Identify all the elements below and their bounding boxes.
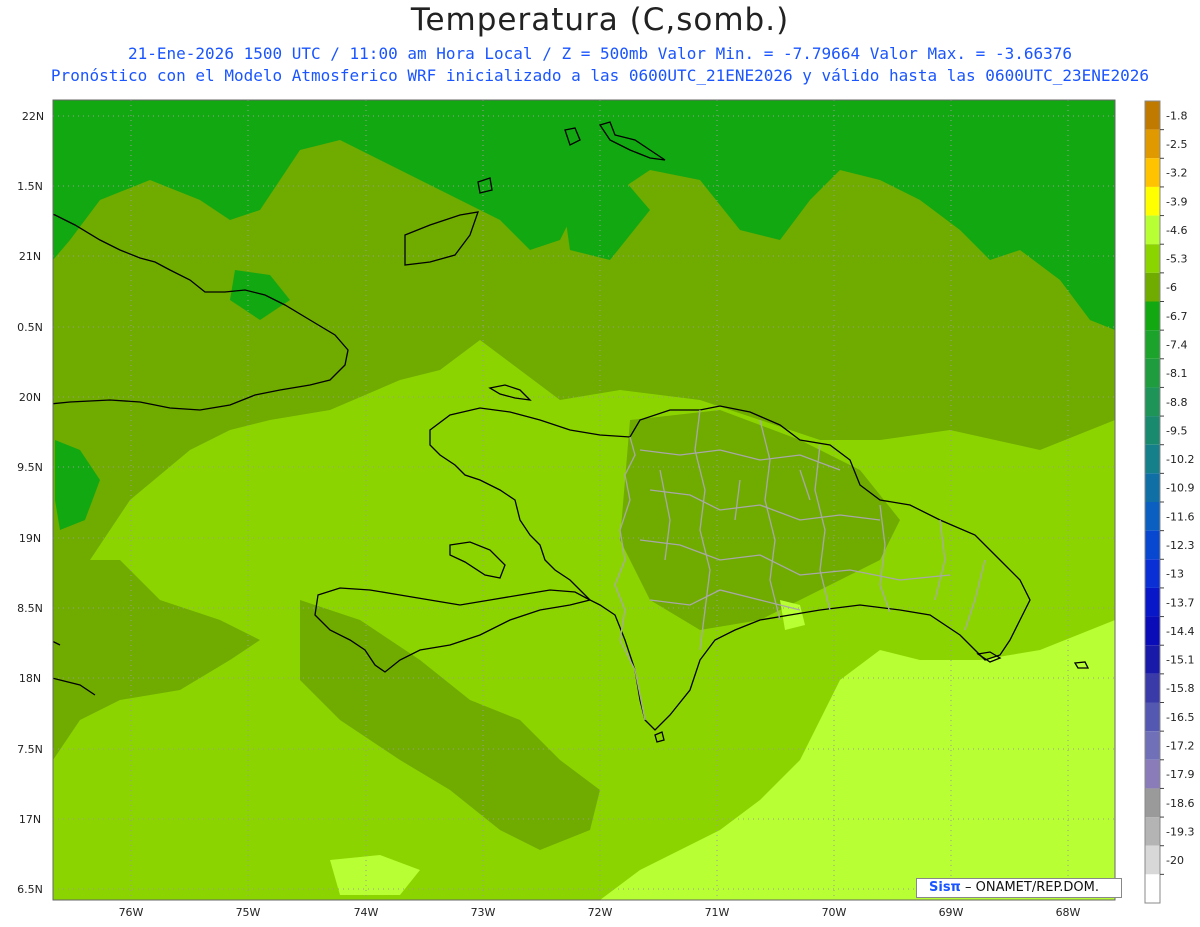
lon-label-3: 73W [471,906,496,919]
colorbar-swatch [1145,673,1160,703]
lon-label-6: 70W [822,906,847,919]
colorbar-label: -16.5 [1166,711,1194,724]
colorbar-label: -14.4 [1166,625,1194,638]
colorbar-swatch [1145,301,1160,331]
lat-label-9: 7.5N [17,743,43,756]
colorbar: -1.8 -2.5 -3.2 -3.9 -4.6 -5.3 -6 -6.7 -7.4 -8.1 -8… [1144,100,1194,904]
colorbar-label: -7.4 [1166,338,1187,351]
credit-box: Sisπ – ONAMET/REP.DOM. [916,878,1122,898]
latitude-axis: 22N 1.5N 21N 0.5N 20N 9.5N 19N 8.5N 18N … [17,110,44,896]
lon-label-7: 69W [939,906,964,919]
colorbar-label: -11.6 [1166,510,1194,523]
colorbar-swatch [1145,530,1160,560]
lat-label-10: 17N [19,813,41,826]
colorbar-label: -8.8 [1166,396,1187,409]
longitude-axis: 76W 75W 74W 73W 72W 71W 70W 69W 68W [119,906,1081,919]
credit-text: – ONAMET/REP.DOM. [960,880,1099,895]
colorbar-swatch [1145,444,1160,474]
lon-label-2: 74W [354,906,379,919]
lon-label-5: 71W [705,906,730,919]
colorbar-swatch [1145,702,1160,732]
colorbar-swatch [1145,416,1160,445]
colorbar-swatch [1145,817,1160,846]
colorbar-swatch [1145,616,1160,646]
lat-label-0: 22N [22,110,44,123]
colorbar-label: -19.3 [1166,825,1194,838]
colorbar-label: -6.7 [1166,310,1187,323]
colorbar-swatch [1145,330,1160,359]
lat-label-3: 0.5N [17,321,43,334]
temperature-field [53,100,1115,900]
colorbar-swatch [1145,845,1160,875]
colorbar-label: -13.7 [1166,596,1194,609]
lon-label-8: 68W [1056,906,1081,919]
lat-label-8: 18N [19,672,41,685]
colorbar-label: -10.2 [1166,453,1194,466]
colorbar-label: -17.2 [1166,739,1194,752]
colorbar-label: -9.5 [1166,424,1187,437]
colorbar-swatch [1145,358,1160,388]
colorbar-swatch [1145,387,1160,417]
colorbar-swatch [1145,874,1160,903]
colorbar-label: -2.5 [1166,138,1187,151]
colorbar-label: -13 [1166,568,1184,581]
lat-label-7: 8.5N [17,602,43,615]
temperature-map: 22N 1.5N 21N 0.5N 20N 9.5N 19N 8.5N 18N … [17,99,1194,919]
colorbar-label: -15.1 [1166,654,1194,667]
colorbar-swatch [1145,559,1160,588]
colorbar-label: -1.8 [1166,109,1187,122]
colorbar-swatch [1145,244,1160,273]
lon-label-1: 75W [236,906,261,919]
lat-label-1: 1.5N [17,180,43,193]
lat-label-5: 9.5N [17,461,43,474]
colorbar-swatch [1145,788,1160,818]
colorbar-swatch [1145,645,1160,674]
colorbar-swatch [1145,215,1160,245]
colorbar-label: -20 [1166,854,1184,867]
colorbar-label: -18.6 [1166,797,1194,810]
lat-label-6: 19N [19,532,41,545]
colorbar-swatch [1145,272,1160,302]
colorbar-swatch [1145,759,1160,789]
lat-label-4: 20N [19,391,41,404]
lat-label-2: 21N [19,250,41,263]
colorbar-label: -12.3 [1166,539,1194,552]
colorbar-label: -5.3 [1166,253,1187,266]
colorbar-label: -4.6 [1166,224,1187,237]
colorbar-swatch [1145,587,1160,617]
colorbar-swatch [1145,502,1160,531]
lat-label-11: 6.5N [17,883,43,896]
colorbar-label: -3.2 [1166,167,1187,180]
sispi-logo: Sisπ [929,880,961,895]
lon-label-4: 72W [588,906,613,919]
colorbar-label: -6 [1166,281,1177,294]
colorbar-label: -17.9 [1166,768,1194,781]
colorbar-label: -8.1 [1166,367,1187,380]
colorbar-label: -10.9 [1166,482,1194,495]
colorbar-swatch [1145,101,1160,130]
colorbar-swatch [1145,158,1160,187]
colorbar-swatch [1145,473,1160,502]
colorbar-swatch [1145,129,1160,159]
colorbar-label: -3.9 [1166,195,1187,208]
colorbar-label: -15.8 [1166,682,1194,695]
colorbar-swatch [1145,731,1160,760]
colorbar-swatch [1145,186,1160,216]
lon-label-0: 76W [119,906,144,919]
